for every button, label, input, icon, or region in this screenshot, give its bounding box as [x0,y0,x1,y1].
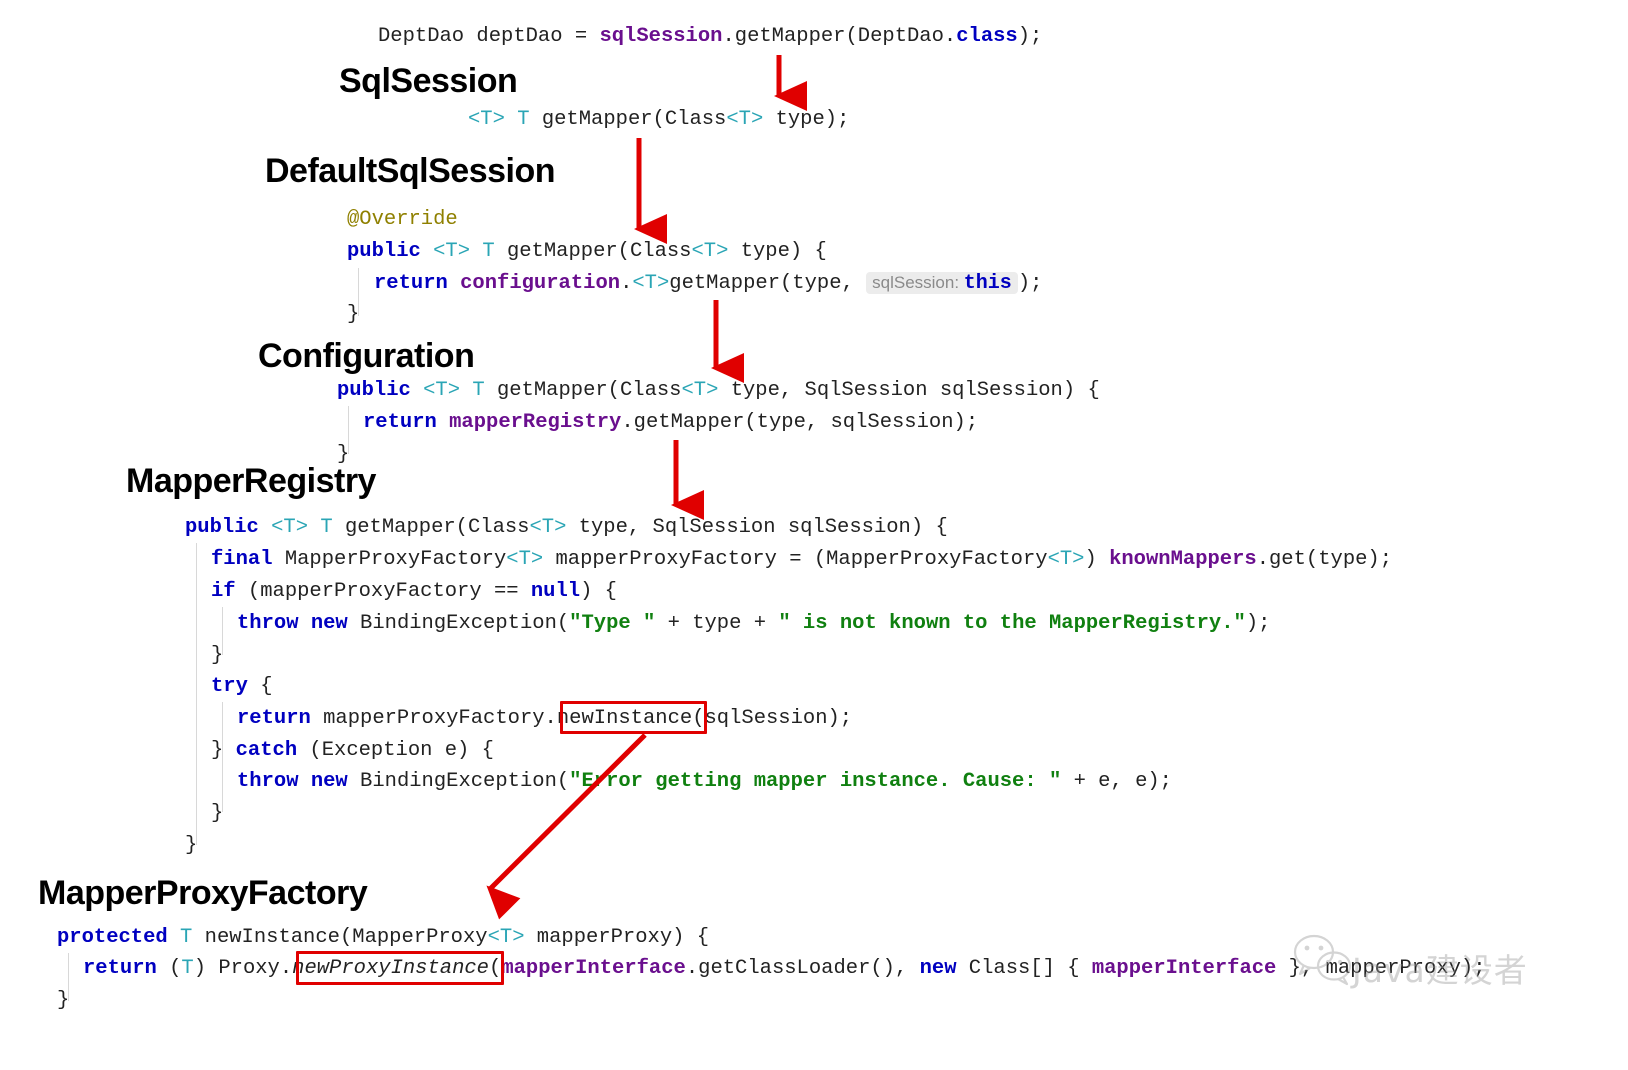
arrow-layer [486,55,807,920]
diagram-canvas: DeptDao deptDao = sqlSession.getMapper(D… [0,0,1628,1070]
arrow-newinstance-to-mapperproxyfactory [486,733,647,920]
